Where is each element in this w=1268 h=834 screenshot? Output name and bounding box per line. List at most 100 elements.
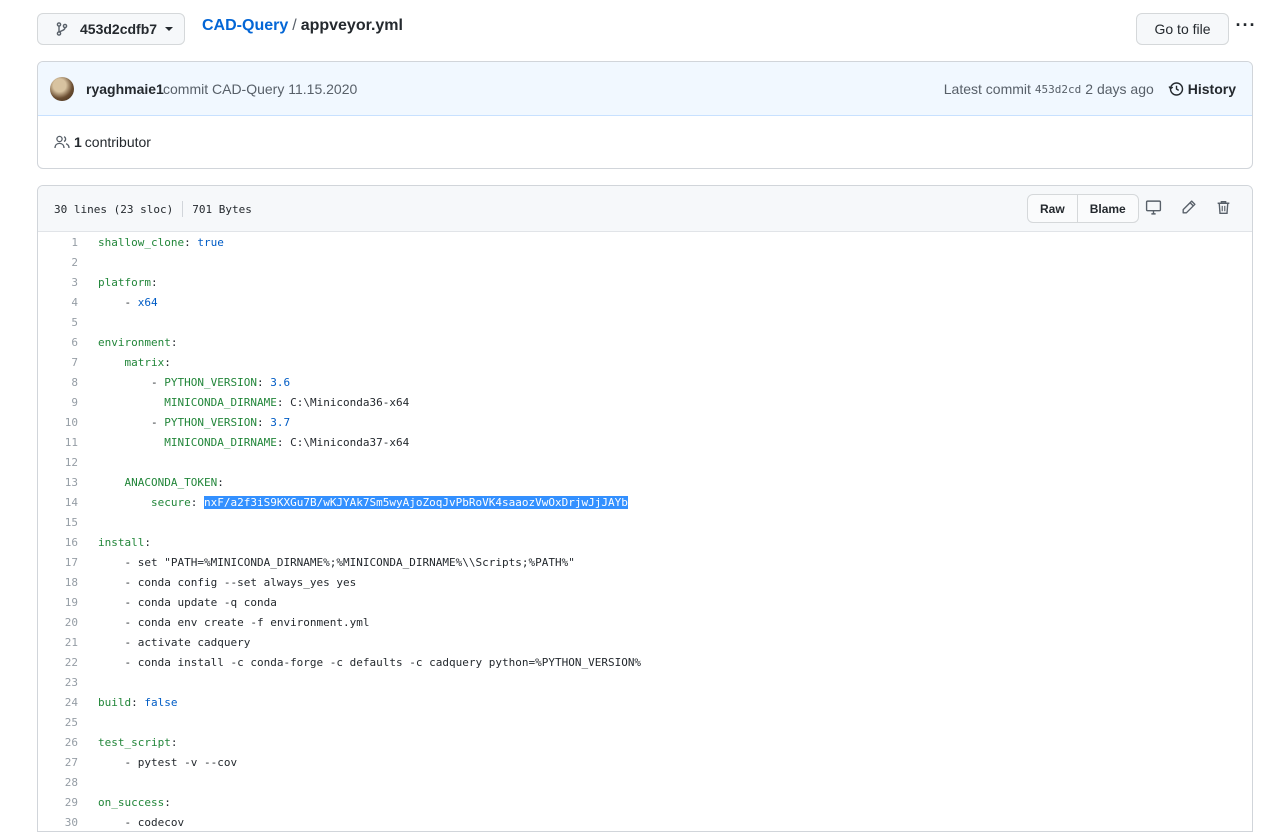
line-number[interactable]: 3 (38, 276, 78, 289)
commit-message[interactable]: commit CAD-Query 11.15.2020 (163, 81, 357, 97)
line-number[interactable]: 13 (38, 476, 78, 489)
line-number[interactable]: 24 (38, 696, 78, 709)
line-number[interactable]: 15 (38, 516, 78, 529)
code-key: build (98, 695, 132, 709)
line-content: on_success: (98, 796, 171, 809)
code-line: 21 - activate cadquery (38, 632, 1252, 652)
line-content: - set "PATH=%MINICONDA_DIRNAME%;%MINICON… (98, 556, 575, 569)
code-line: 22 - conda install -c conda-forge -c def… (38, 652, 1252, 672)
more-options-icon[interactable]: ··· (1236, 13, 1256, 37)
line-number[interactable]: 22 (38, 656, 78, 669)
line-number[interactable]: 29 (38, 796, 78, 809)
code-text: - (124, 295, 138, 309)
code-indent: - (98, 415, 165, 429)
line-number[interactable]: 8 (38, 376, 78, 389)
line-number[interactable]: 5 (38, 316, 78, 329)
commit-sha-link[interactable]: 453d2cd (1035, 83, 1081, 96)
file-size: 701 Bytes (192, 202, 252, 216)
commit-author-link[interactable]: ryaghmaie1 (86, 81, 164, 97)
avatar[interactable] (50, 77, 74, 101)
line-number[interactable]: 25 (38, 716, 78, 729)
code-key: ANACONDA_TOKEN (124, 475, 218, 489)
line-content: - conda install -c conda-forge -c defaul… (98, 656, 642, 669)
commit-meta: Latest commit 453d2cd 2 days ago History (944, 81, 1236, 97)
code-text: - codecov (124, 815, 185, 829)
code-separator: : (170, 735, 178, 749)
line-number[interactable]: 10 (38, 416, 78, 429)
line-number[interactable]: 11 (38, 436, 78, 449)
code-separator: : (190, 495, 204, 509)
trash-icon[interactable] (1215, 199, 1232, 216)
code-separator: : (276, 435, 291, 449)
line-number[interactable]: 1 (38, 236, 78, 249)
line-number[interactable]: 20 (38, 616, 78, 629)
line-number[interactable]: 9 (38, 396, 78, 409)
line-number[interactable]: 27 (38, 756, 78, 769)
line-content: secure: nxF/a2f3iS9KXGu7B/wKJYAk7Sm5wyAj… (98, 495, 628, 509)
line-content: matrix: (98, 356, 171, 369)
file-actions (1145, 199, 1232, 216)
code-line: 12 (38, 452, 1252, 472)
line-number[interactable]: 28 (38, 776, 78, 789)
line-number[interactable]: 6 (38, 336, 78, 349)
line-content: - conda config --set always_yes yes (98, 576, 357, 589)
pencil-icon[interactable] (1180, 199, 1197, 216)
code-key: environment (98, 335, 171, 349)
contributor-label: contributor (84, 134, 151, 150)
code-line: 27 - pytest -v --cov (38, 752, 1252, 772)
go-to-file-button[interactable]: Go to file (1136, 13, 1229, 45)
raw-button[interactable]: Raw (1028, 195, 1077, 222)
line-number[interactable]: 30 (38, 816, 78, 829)
line-number[interactable]: 18 (38, 576, 78, 589)
branch-select-button[interactable]: 453d2cdfb7 (37, 13, 185, 45)
line-number[interactable]: 4 (38, 296, 78, 309)
code-separator: : (150, 275, 158, 289)
code-indent: - (98, 375, 165, 389)
file-view-buttons: Raw Blame (1027, 194, 1139, 223)
code-key: PYTHON_VERSION (164, 375, 257, 389)
line-number[interactable]: 7 (38, 356, 78, 369)
line-number[interactable]: 19 (38, 596, 78, 609)
breadcrumb-file-name: appveyor.yml (300, 17, 403, 34)
code-key: test_script (98, 735, 171, 749)
line-number[interactable]: 21 (38, 636, 78, 649)
line-content: - conda update -q conda (98, 596, 277, 609)
line-number[interactable]: 2 (38, 256, 78, 269)
line-content: - PYTHON_VERSION: 3.6 (98, 376, 290, 389)
branch-name: 453d2cdfb7 (80, 21, 158, 37)
history-link[interactable]: History (1168, 81, 1236, 97)
code-key: on_success (98, 795, 165, 809)
code-separator: : (184, 235, 198, 249)
contributors-link[interactable]: 1 contributor (54, 134, 151, 150)
code-separator: : (164, 795, 171, 809)
code-line: 4 - x64 (38, 292, 1252, 312)
code-line: 9 MINICONDA_DIRNAME: C:\Miniconda36-x64 (38, 392, 1252, 412)
code-line: 16 install: (38, 532, 1252, 552)
line-number[interactable]: 17 (38, 556, 78, 569)
code-line: 28 (38, 772, 1252, 792)
caret-down-icon (165, 27, 174, 31)
code-line: 11 MINICONDA_DIRNAME: C:\Miniconda37-x64 (38, 432, 1252, 452)
line-number[interactable]: 12 (38, 456, 78, 469)
code-line: 30 - codecov (38, 812, 1252, 831)
code-separator: : (256, 375, 271, 389)
blame-button[interactable]: Blame (1076, 195, 1138, 222)
file-line-count: 30 lines (23 sloc) (54, 202, 174, 216)
breadcrumb-repo-link[interactable]: CAD-Query (202, 17, 288, 34)
people-icon (54, 135, 70, 149)
code-key: PYTHON_VERSION (164, 415, 257, 429)
line-number[interactable]: 16 (38, 536, 78, 549)
line-number[interactable]: 14 (38, 496, 78, 509)
line-number[interactable]: 23 (38, 676, 78, 689)
code-line: 7 matrix: (38, 352, 1252, 372)
code-line: 13 ANACONDA_TOKEN: (38, 472, 1252, 492)
desktop-icon[interactable] (1145, 199, 1162, 216)
line-number[interactable]: 26 (38, 736, 78, 749)
